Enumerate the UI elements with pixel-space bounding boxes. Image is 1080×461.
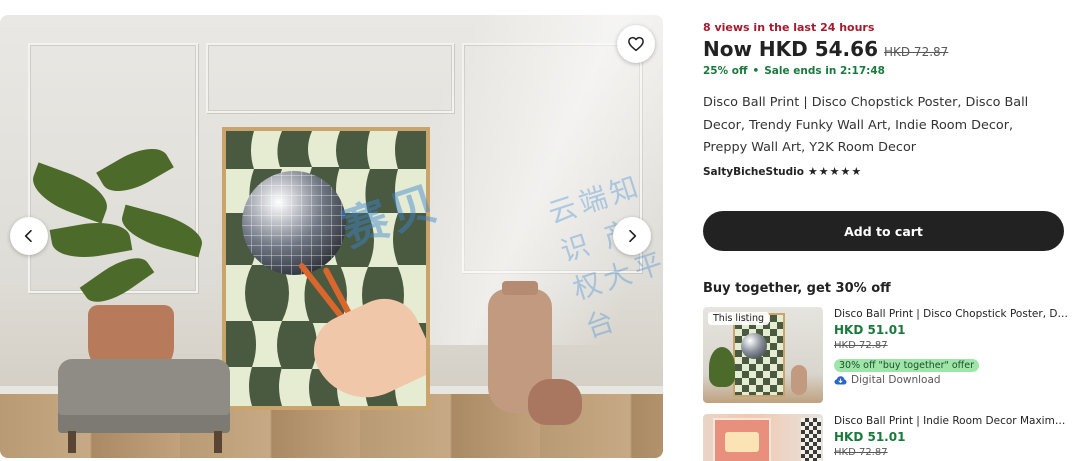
small-vase xyxy=(528,379,582,425)
sale-countdown: Sale ends in 2:17:48 xyxy=(764,65,885,77)
buy-together-info: Disco Ball Print | Indie Room Decor Maxi… xyxy=(834,414,1068,461)
chevron-right-icon xyxy=(629,229,637,243)
buy-together-thumbnail[interactable]: This listing xyxy=(703,307,823,403)
disco-ball xyxy=(242,171,346,275)
ottoman-leg xyxy=(214,431,222,453)
bullet-separator: • xyxy=(752,65,760,77)
this-listing-tag: This listing xyxy=(708,312,770,325)
delivery-type: Digital Download xyxy=(851,374,941,386)
ottoman-leg xyxy=(68,431,76,453)
disco-ball-poster xyxy=(222,127,430,410)
buy-together-offer-badge: 30% off "buy together" offer xyxy=(834,359,979,372)
discount-percent: 25% off xyxy=(703,65,748,77)
current-price: Now HKD 54.66 xyxy=(703,37,878,61)
original-price: HKD 72.87 xyxy=(883,45,949,59)
add-to-cart-button[interactable]: Add to cart xyxy=(703,211,1064,251)
thumb-poster xyxy=(733,313,785,397)
favorite-button[interactable] xyxy=(617,25,655,63)
chevron-left-icon xyxy=(24,229,32,243)
shop-name-link[interactable]: SaltyBicheStudio xyxy=(703,166,804,178)
buy-together-item-name[interactable]: Disco Ball Print | Indie Room Decor Maxi… xyxy=(834,414,1068,429)
buy-together-item[interactable]: Disco Ball Print | Indie Room Decor Maxi… xyxy=(703,414,1068,461)
listing-details: 8 views in the last 24 hours Now HKD 54.… xyxy=(703,0,1068,461)
ottoman xyxy=(58,359,230,433)
listing-title: Disco Ball Print | Disco Chopstick Poste… xyxy=(703,95,1029,155)
thumb-checker xyxy=(801,418,821,461)
buy-together-thumbnail[interactable] xyxy=(703,414,823,461)
heart-outline-icon xyxy=(628,36,644,52)
buy-together-item-original-price: HKD 72.87 xyxy=(834,447,888,458)
buy-together-item-original-price: HKD 72.87 xyxy=(834,340,888,351)
buy-together-item-price: HKD 51.01 xyxy=(834,430,906,444)
buy-together-item[interactable]: This listing Disco Ball Print | Disco Ch… xyxy=(703,307,1068,403)
next-image-button[interactable] xyxy=(613,217,651,255)
price-row: Now HKD 54.66 HKD 72.87 xyxy=(703,37,948,61)
buy-together-item-name[interactable]: Disco Ball Print | Disco Chopstick Poste… xyxy=(834,307,1068,322)
thumb-vase xyxy=(791,365,807,395)
rating-stars[interactable]: ★★★★★ xyxy=(808,165,862,178)
cloud-download-icon xyxy=(834,375,847,384)
shop-info: SaltyBicheStudio ★★★★★ xyxy=(703,165,862,178)
buy-together-item-price: HKD 51.01 xyxy=(834,323,906,337)
thumb-poster xyxy=(713,418,771,461)
buy-together-heading: Buy together, get 30% off xyxy=(703,281,891,296)
views-note: 8 views in the last 24 hours xyxy=(703,21,875,34)
digital-download-note: Digital Download xyxy=(834,374,1068,386)
product-image-gallery[interactable]: 赛贝 云端知识 产权大平台 xyxy=(0,15,663,458)
thumb-plant xyxy=(709,347,735,387)
buy-together-info: Disco Ball Print | Disco Chopstick Poste… xyxy=(834,307,1068,403)
sale-info: 25% off • Sale ends in 2:17:48 xyxy=(703,65,885,77)
listing-page: 赛贝 云端知识 产权大平台 8 views in the last 24 hou… xyxy=(0,0,1080,461)
previous-image-button[interactable] xyxy=(10,217,48,255)
